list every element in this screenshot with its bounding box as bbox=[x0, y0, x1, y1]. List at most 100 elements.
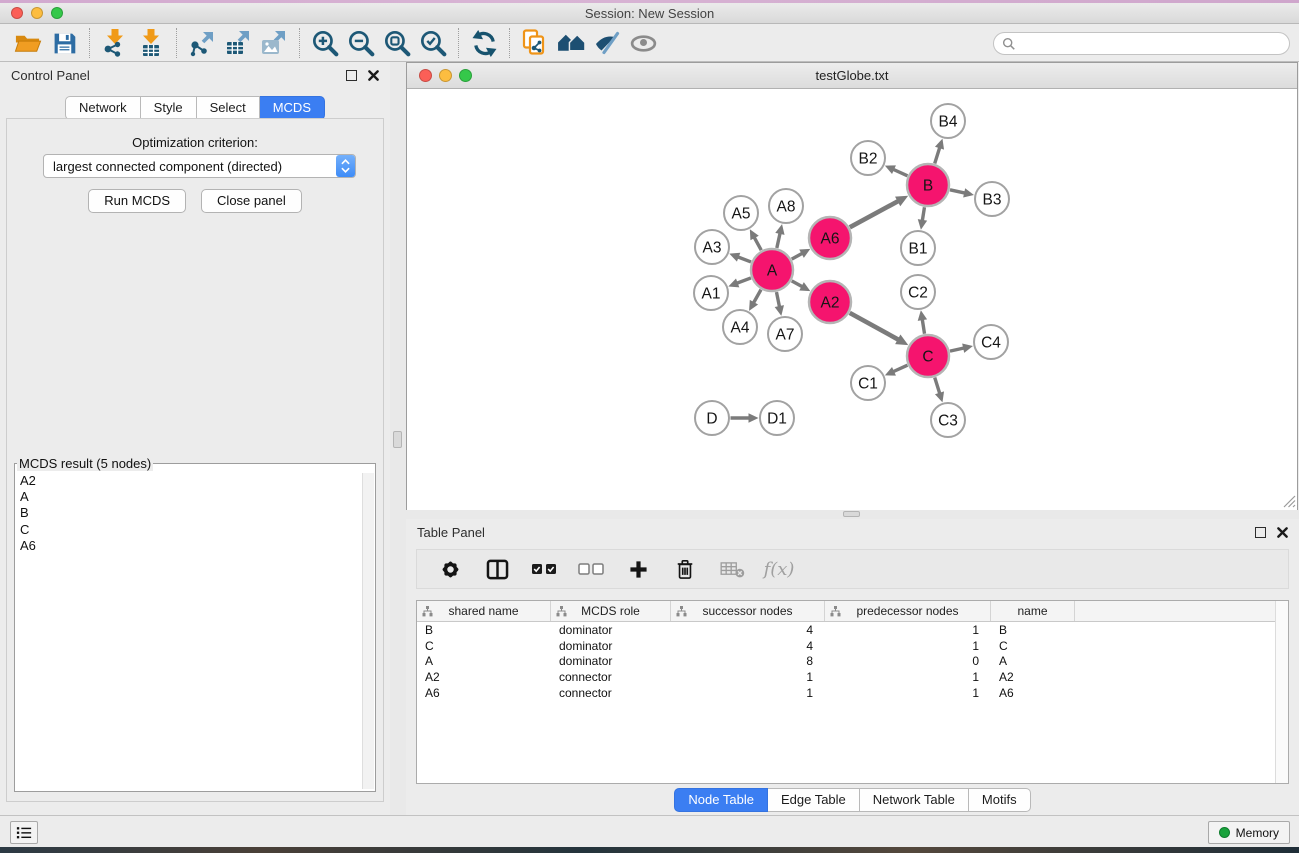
table-row[interactable]: Cdominator41C bbox=[417, 638, 1288, 654]
run-mcds-button[interactable]: Run MCDS bbox=[88, 189, 186, 213]
close-panel-icon[interactable] bbox=[1277, 527, 1288, 538]
mcds-result-item[interactable]: A2 bbox=[16, 473, 361, 489]
import-network-button[interactable] bbox=[97, 27, 133, 59]
zoom-in-button[interactable] bbox=[307, 27, 343, 59]
column-header-shared-name[interactable]: shared name bbox=[417, 601, 551, 621]
split-view-button[interactable] bbox=[480, 553, 514, 585]
graph-edge[interactable] bbox=[950, 348, 965, 351]
column-header-predecessor-nodes[interactable]: predecessor nodes bbox=[825, 601, 991, 621]
table-cell[interactable]: 4 bbox=[671, 623, 825, 637]
tab-motifs[interactable]: Motifs bbox=[969, 788, 1031, 812]
table-cell[interactable]: A bbox=[991, 654, 1075, 668]
open-session-button[interactable] bbox=[10, 27, 46, 59]
memory-button[interactable]: Memory bbox=[1208, 821, 1290, 844]
table-cell[interactable]: 1 bbox=[671, 670, 825, 684]
table-cell[interactable]: A bbox=[417, 654, 551, 668]
horizontal-split-divider[interactable] bbox=[406, 510, 1299, 519]
network-canvas[interactable]: B4B2BB3A8A5A6A3B1AA1C2A2A4A7C4CC1C3DD1 bbox=[407, 89, 1297, 510]
mcds-result-item[interactable]: B bbox=[16, 505, 361, 521]
graph-edge[interactable] bbox=[922, 318, 924, 334]
save-session-button[interactable] bbox=[46, 27, 82, 59]
table-cell[interactable]: connector bbox=[551, 686, 671, 700]
mcds-result-item[interactable]: A6 bbox=[16, 538, 361, 554]
column-header-successor-nodes[interactable]: successor nodes bbox=[671, 601, 825, 621]
show-hide-button[interactable] bbox=[625, 27, 661, 59]
graph-edge[interactable] bbox=[850, 313, 900, 340]
result-list-scrollbar[interactable] bbox=[362, 473, 374, 789]
graph-edge[interactable] bbox=[935, 377, 940, 394]
delete-column-button[interactable] bbox=[668, 553, 702, 585]
graph-edge[interactable] bbox=[935, 146, 940, 163]
column-header-MCDS-role[interactable]: MCDS role bbox=[551, 601, 671, 621]
table-cell[interactable]: C bbox=[417, 639, 551, 653]
table-cell[interactable]: 1 bbox=[825, 623, 991, 637]
tab-network[interactable]: Network bbox=[65, 96, 141, 120]
mcds-result-item[interactable]: C bbox=[16, 522, 361, 538]
table-cell[interactable]: dominator bbox=[551, 639, 671, 653]
tab-style[interactable]: Style bbox=[141, 96, 197, 120]
select-all-button[interactable] bbox=[527, 553, 561, 585]
graph-edge[interactable] bbox=[850, 200, 900, 227]
table-cell[interactable]: C bbox=[991, 639, 1075, 653]
table-cell[interactable]: A6 bbox=[417, 686, 551, 700]
table-cell[interactable]: A6 bbox=[991, 686, 1075, 700]
task-history-button[interactable] bbox=[10, 821, 38, 844]
refresh-button[interactable] bbox=[466, 27, 502, 59]
graph-edge[interactable] bbox=[892, 365, 907, 372]
graph-edge[interactable] bbox=[950, 190, 966, 194]
table-cell[interactable]: 0 bbox=[825, 654, 991, 668]
graph-edge[interactable] bbox=[736, 278, 751, 284]
deselect-all-button[interactable] bbox=[574, 553, 608, 585]
export-network-button[interactable] bbox=[184, 27, 220, 59]
table-cell[interactable]: A2 bbox=[417, 670, 551, 684]
tab-mcds[interactable]: MCDS bbox=[260, 96, 325, 120]
tab-network-table[interactable]: Network Table bbox=[860, 788, 969, 812]
table-cell[interactable]: dominator bbox=[551, 623, 671, 637]
table-cell[interactable]: 1 bbox=[671, 686, 825, 700]
resize-grip[interactable] bbox=[1282, 494, 1296, 508]
mcds-result-item[interactable]: A bbox=[16, 489, 361, 505]
table-cell[interactable]: 1 bbox=[825, 670, 991, 684]
table-cell[interactable]: 1 bbox=[825, 639, 991, 653]
float-panel-icon[interactable] bbox=[346, 70, 357, 81]
column-header-name[interactable]: name bbox=[991, 601, 1075, 621]
import-table-button[interactable] bbox=[133, 27, 169, 59]
graph-edge[interactable] bbox=[922, 207, 924, 222]
tab-edge-table[interactable]: Edge Table bbox=[768, 788, 860, 812]
close-panel-icon[interactable] bbox=[368, 70, 379, 81]
table-cell[interactable]: connector bbox=[551, 670, 671, 684]
export-table-button[interactable] bbox=[220, 27, 256, 59]
search-field[interactable] bbox=[993, 32, 1290, 55]
zoom-fit-button[interactable] bbox=[379, 27, 415, 59]
table-settings-button[interactable] bbox=[433, 553, 467, 585]
duplicate-network-button[interactable] bbox=[517, 27, 553, 59]
graph-edge[interactable] bbox=[753, 290, 761, 304]
divider-handle[interactable] bbox=[843, 511, 860, 517]
table-cell[interactable]: 1 bbox=[825, 686, 991, 700]
graph-edge[interactable] bbox=[737, 256, 751, 261]
zoom-selected-button[interactable] bbox=[415, 27, 451, 59]
float-panel-icon[interactable] bbox=[1255, 527, 1266, 538]
tab-select[interactable]: Select bbox=[197, 96, 260, 120]
table-row[interactable]: Bdominator41B bbox=[417, 622, 1288, 638]
export-image-button[interactable] bbox=[256, 27, 292, 59]
table-cell[interactable]: dominator bbox=[551, 654, 671, 668]
table-row[interactable]: A2connector11A2 bbox=[417, 669, 1288, 685]
add-column-button[interactable] bbox=[621, 553, 655, 585]
table-row[interactable]: Adominator80A bbox=[417, 654, 1288, 670]
graph-edge[interactable] bbox=[754, 236, 762, 250]
vertical-split-divider[interactable] bbox=[390, 62, 406, 815]
table-cell[interactable]: B bbox=[991, 623, 1075, 637]
table-cell[interactable]: 8 bbox=[671, 654, 825, 668]
network-window-titlebar[interactable]: testGlobe.txt bbox=[407, 63, 1297, 89]
table-cell[interactable]: B bbox=[417, 623, 551, 637]
graph-edge[interactable] bbox=[892, 169, 907, 176]
graph-edge[interactable] bbox=[776, 292, 779, 308]
zoom-out-button[interactable] bbox=[343, 27, 379, 59]
criterion-dropdown[interactable]: largest connected component (directed) bbox=[43, 154, 356, 178]
graphics-details-button[interactable] bbox=[589, 27, 625, 59]
table-cell[interactable]: 4 bbox=[671, 639, 825, 653]
table-scrollbar[interactable] bbox=[1275, 601, 1288, 783]
home-layout-button[interactable] bbox=[553, 27, 589, 59]
graph-edge[interactable] bbox=[777, 232, 781, 248]
